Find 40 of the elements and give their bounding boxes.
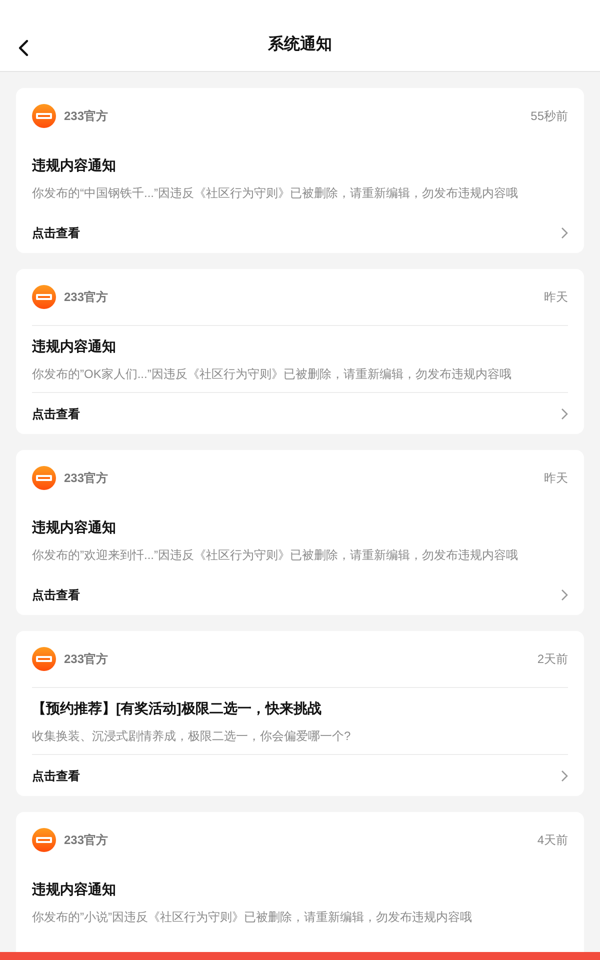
- sender-name: 233官方: [64, 470, 108, 487]
- chevron-icon: [561, 770, 568, 782]
- timestamp: 4天前: [537, 832, 568, 849]
- timestamp: 2天前: [537, 651, 568, 668]
- notice-title: 【预约推荐】[有奖活动]极限二选一，快来挑战: [32, 698, 322, 718]
- avatar-icon: [32, 104, 56, 128]
- avatar-icon: [32, 647, 56, 671]
- back-icon: [17, 39, 29, 57]
- sender-name: 233官方: [64, 289, 108, 306]
- notice-card[interactable]: 233官方 昨天 违规内容通知 你发布的”欢迎来到忏...”因违反《社区行为守则》已被删除，请重新编辑，勿发布违规内容哦 点击查看: [16, 450, 584, 615]
- timestamp: 昨天: [544, 289, 568, 306]
- notice-body: 你发布的”欢迎来到忏...”因违反《社区行为守则》已被删除，请重新编辑，勿发布违规内容哦: [32, 546, 519, 564]
- notice-body: 收集换装、沉浸式剧情养成，极限二选一，你会偏爱哪一个?: [32, 728, 352, 744]
- chevron-icon: [561, 408, 568, 420]
- avatar-icon: [32, 828, 56, 852]
- notice-title: 违规内容通知: [32, 880, 117, 898]
- timestamp: 昨天: [544, 470, 568, 487]
- notice-body: 你发布的”小说”因违反《社区行为守则》已被删除，请重新编辑，勿发布违规内容哦: [32, 908, 473, 926]
- notice-title: 违规内容通知: [32, 518, 117, 536]
- sender-name: 233官方: [64, 108, 108, 125]
- notice-card[interactable]: 233官方 4天前 违规内容通知 你发布的”小说”因违反《社区行为守则》已被删除，请重新编辑，勿发布违规内容哦: [16, 812, 584, 952]
- avatar-icon: [32, 466, 56, 490]
- chevron-icon: [561, 226, 568, 238]
- timestamp: 55秒前: [530, 108, 568, 125]
- notice-card[interactable]: 233官方 2天前 【预约推荐】[有奖活动]极限二选一，快来挑战 收集换装、沉浸式剧情养成，极限二选一，你会偏爱哪一个? 点击查看: [16, 631, 584, 796]
- notice-card[interactable]: 233官方 昨天 违规内容通知 你发布的”OK家人们...”因违反《社区行为守则》已被删除，请重新编辑，勿发布违规内容哦 点击查看: [16, 269, 584, 434]
- view-link[interactable]: 点击查看: [32, 404, 80, 422]
- notice-title: 违规内容通知: [32, 336, 117, 356]
- notice-body: 你发布的“中国钢铁千...”因违反《社区行为守则》已被删除，请重新编辑，勿发布违规内容哦: [32, 184, 519, 202]
- notice-title: 违规内容通知: [32, 156, 117, 174]
- view-link[interactable]: 点击查看: [32, 224, 80, 242]
- view-link[interactable]: 点击查看: [32, 766, 80, 784]
- page-title: 系统通知: [268, 34, 332, 55]
- sender-name: 233官方: [64, 832, 108, 849]
- avatar-icon: [32, 285, 56, 309]
- chevron-icon: [561, 588, 568, 600]
- notice-body: 你发布的”OK家人们...”因违反《社区行为守则》已被删除，请重新编辑，勿发布违规内容哦: [32, 366, 512, 382]
- notice-card[interactable]: 233官方 55秒前 违规内容通知 你发布的“中国钢铁千...”因违反《社区行为守则》已被删除，请重新编辑，勿发布违规内容哦 点击查看: [16, 88, 584, 253]
- sender-name: 233官方: [64, 651, 108, 668]
- view-link[interactable]: 点击查看: [32, 586, 80, 604]
